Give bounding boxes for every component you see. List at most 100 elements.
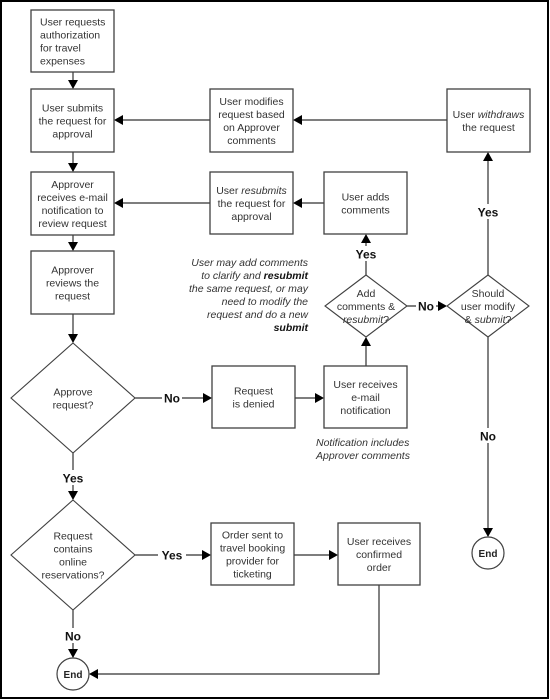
node-line: confirmed [356,549,402,561]
node-line: Order sent to [222,530,283,542]
node-line: Request [53,531,92,543]
annotation-line: Notification includes [316,437,410,449]
node-line: User receives [333,379,397,391]
annotation-text: Approver comments [315,450,411,462]
node-text: e-mail [351,392,380,404]
annotation-line: need to modify the [222,296,309,308]
annotation-line: submit [274,322,309,334]
edge-label-no: No [164,392,180,406]
node-line: travel booking [220,543,286,555]
node-line: the request for [218,198,286,210]
node-line: provider for [226,556,280,568]
node-line: on Approver [223,122,280,134]
edge-label-no: No [418,300,434,314]
node-text: Request [234,386,273,398]
node-line: comments [227,135,275,147]
node-text: ? [383,314,389,326]
node-text: the request for [39,116,107,128]
node-line: the request [462,122,515,134]
annotation-text: request and do a new [207,309,309,321]
node-text: confirmed [356,549,402,561]
node-text: User [216,185,241,197]
step-review: Approverreviews therequest [30,250,115,315]
node-line: request based [218,109,285,121]
flowchart-canvas: User requestsauthorizationfor travelexpe… [0,0,549,699]
step-withdraws: User withdrawsthe request [446,88,531,153]
annotation-text: the same request, or may [189,283,309,295]
node-text: Add [357,288,376,300]
annotation-line: to clarify and resubmit [201,270,308,282]
node-text: Should [472,288,505,300]
annotation-text: resubmit [264,270,309,282]
edge-label-no: No [65,630,81,644]
node-line: & submit? [465,314,512,326]
node-line: User adds [342,192,390,204]
node-line: User submits [42,103,103,115]
node-line: comments [341,205,389,217]
node-line: notification [340,405,390,417]
node-line: approval [231,211,271,223]
node-line: User receives [347,536,411,548]
node-line: for travel [40,43,81,55]
annotation-text: submit [274,322,309,334]
node-text: for travel [40,43,81,55]
node-line: resubmit? [343,314,389,326]
step-denied: Requestis denied [211,365,296,429]
node-text: the request for [218,198,286,210]
annotation-text: to clarify and [201,270,263,282]
node-line: user modify [461,301,516,313]
node-text: provider for [226,556,280,568]
edge-label-yes: Yes [356,248,377,262]
node-text: approval [231,211,271,223]
node-text: resubmit [343,314,384,326]
node-line: Should [472,288,505,300]
node-text: request? [53,400,94,412]
node-line: approval [52,129,92,141]
node-text: Request [53,531,92,543]
node-text: withdraws [478,109,525,121]
node-text: submit [475,314,507,326]
node-line: notification to [42,205,104,217]
node-line: review request [38,218,106,230]
step-adds-comments: User addscomments [323,171,408,235]
node-text: Order sent to [222,530,283,542]
step-modifies: User modifiesrequest basedon Approvercom… [209,88,294,153]
node-line: reservations? [41,570,104,582]
node-text: User submits [42,103,103,115]
node-line: Approver [51,265,94,277]
node-line: Approver [51,179,94,191]
node-text: End [64,670,83,681]
node-line: e-mail [351,392,380,404]
end-terminal-end-left: End [56,657,90,691]
edge-label-yes: Yes [162,549,183,563]
node-line: End [64,670,83,681]
annotation-text: need to modify the [222,296,309,308]
node-text: User receives [347,536,411,548]
node-text: request based [218,109,285,121]
annotation-line: Approver comments [315,450,411,462]
node-text: the request [462,122,515,134]
annotation-text: Notification includes [316,437,410,449]
node-line: Add [357,288,376,300]
annotation-line: the same request, or may [189,283,309,295]
node-text: comments & [337,301,395,313]
node-line: ticketing [233,569,272,581]
annotation-notification: Notification includesApprover comments [315,437,411,462]
node-line: User resubmits [216,185,287,197]
step-order-sent: Order sent totravel bookingprovider fort… [210,522,295,586]
edge-label-no: No [480,430,496,444]
node-line: order [367,562,392,574]
step-submit: User submitsthe request forapproval [30,88,115,153]
node-text: User receives [333,379,397,391]
annotation-text: User may add comments [191,257,308,269]
node-text: User requests [40,17,105,29]
node-line: online [59,557,87,569]
node-text: approval [52,129,92,141]
node-line: request? [53,400,94,412]
step-user-email: User receivese-mailnotification [323,365,408,429]
node-text: authorization [40,30,100,42]
node-text: resubmits [241,185,287,197]
node-text: User adds [342,192,390,204]
node-line: request [55,291,90,303]
node-line: User withdraws [453,109,526,121]
